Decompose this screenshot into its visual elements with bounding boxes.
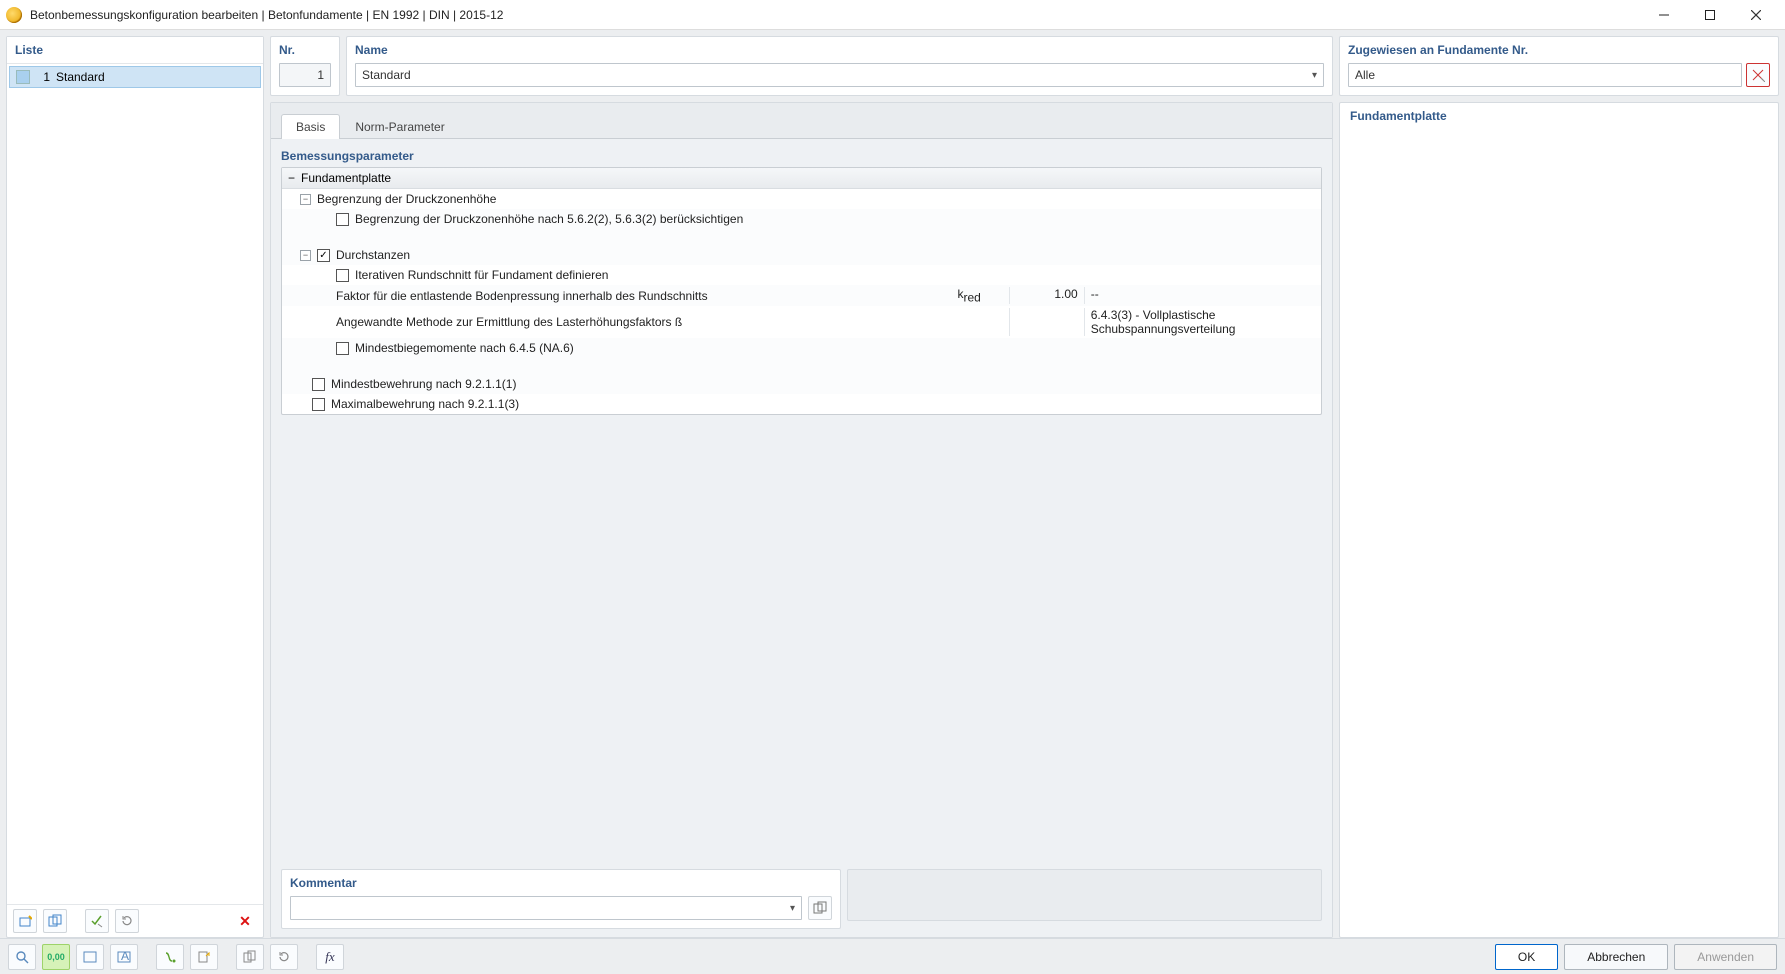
nr-input[interactable]: [279, 63, 331, 87]
param-faktor-bodenpressung[interactable]: Faktor für die entlastende Bodenpressung…: [282, 285, 1321, 306]
checkbox[interactable]: [312, 398, 325, 411]
titlebar: Betonbemessungskonfiguration bearbeiten …: [0, 0, 1785, 30]
list-item-number: 1: [36, 70, 50, 84]
copy-settings-button[interactable]: [236, 944, 264, 970]
script-button[interactable]: [156, 944, 184, 970]
bottom-toolbar: 0,00 A fx OK Abbrechen Anwenden: [0, 938, 1785, 974]
collapse-icon[interactable]: −: [300, 250, 311, 261]
param-unit: --: [1084, 287, 1315, 304]
checkbox[interactable]: [312, 378, 325, 391]
list-item[interactable]: 1 Standard: [9, 66, 261, 88]
param-maximalbewehrung[interactable]: Maximalbewehrung nach 9.2.1.1(3): [282, 394, 1321, 414]
kommentar-select[interactable]: ▾: [290, 896, 802, 920]
tree-root-label: Fundamentplatte: [301, 171, 391, 185]
list-item-swatch: [16, 70, 30, 84]
parameter-panel: Basis Norm-Parameter Bemessungsparameter…: [270, 102, 1333, 938]
maximize-button[interactable]: [1687, 0, 1733, 30]
param-methode-beta[interactable]: Angewandte Methode zur Ermittlung des La…: [282, 306, 1321, 338]
assign-pick-button[interactable]: [1746, 63, 1770, 87]
list-panel-title: Liste: [7, 37, 263, 64]
kommentar-panel: Kommentar ▾: [281, 869, 841, 929]
cancel-button[interactable]: Abbrechen: [1564, 944, 1668, 970]
formula-button[interactable]: fx: [316, 944, 344, 970]
param-label: Angewandte Methode zur Ermittlung des La…: [336, 315, 929, 329]
param-druckzone-check[interactable]: Begrenzung der Druckzonenhöhe nach 5.6.2…: [282, 209, 1321, 229]
list-toolbar: ✕: [7, 904, 263, 937]
group-label: Durchstanzen: [336, 248, 929, 262]
name-field-wrap: Name Standard ▾: [346, 36, 1333, 96]
group-label: Begrenzung der Druckzonenhöhe: [317, 192, 929, 206]
window-title: Betonbemessungskonfiguration bearbeiten …: [28, 8, 1641, 22]
params-tree: − Fundamentplatte − Begrenzung der Druck…: [281, 167, 1322, 415]
group-durchstanzen[interactable]: − ✓ Durchstanzen: [282, 245, 1321, 265]
tree-root-row[interactable]: − Fundamentplatte: [282, 168, 1321, 189]
param-iterativ-rundschnitt[interactable]: Iterativen Rundschnitt für Fundament def…: [282, 265, 1321, 285]
units-button[interactable]: 0,00: [42, 944, 70, 970]
reset-item-button[interactable]: [115, 909, 139, 933]
preview-panel: Fundamentplatte: [1339, 102, 1779, 938]
list-panel: Liste 1 Standard ✕: [6, 36, 264, 938]
list-item-label: Standard: [56, 70, 105, 84]
chevron-down-icon: ▾: [786, 903, 795, 914]
param-label: Mindestbiegemomente nach 6.4.5 (NA.6): [355, 341, 929, 355]
tabs: Basis Norm-Parameter: [271, 103, 1332, 139]
search-help-button[interactable]: [8, 944, 36, 970]
collapse-icon[interactable]: −: [300, 194, 311, 205]
param-value[interactable]: 6.4.3(3) - Vollplastische Schubspannungs…: [1084, 308, 1315, 336]
param-label: Faktor für die entlastende Bodenpressung…: [336, 289, 929, 303]
param-mindestbiegemomente[interactable]: Mindestbiegemomente nach 6.4.5 (NA.6): [282, 338, 1321, 358]
params-section-title: Bemessungsparameter: [281, 149, 1322, 163]
name-value: Standard: [362, 68, 411, 82]
minimize-button[interactable]: [1641, 0, 1687, 30]
tab-norm-parameter[interactable]: Norm-Parameter: [340, 114, 459, 139]
param-label: Maximalbewehrung nach 9.2.1.1(3): [331, 397, 929, 411]
app-icon: [6, 7, 22, 23]
param-label: Iterativen Rundschnitt für Fundament def…: [355, 268, 929, 282]
assign-panel: Zugewiesen an Fundamente Nr. Alle: [1339, 36, 1779, 96]
symbol-button[interactable]: A: [110, 944, 138, 970]
close-button[interactable]: [1733, 0, 1779, 30]
nr-field-wrap: Nr.: [270, 36, 340, 96]
checkbox[interactable]: [336, 342, 349, 355]
preview-panel-title: Fundamentplatte: [1350, 109, 1768, 123]
name-select[interactable]: Standard ▾: [355, 63, 1324, 87]
name-label: Name: [355, 41, 1324, 59]
assign-label: Zugewiesen an Fundamente Nr.: [1348, 41, 1770, 59]
checkbox[interactable]: [336, 269, 349, 282]
svg-text:A: A: [121, 950, 129, 963]
param-label: Begrenzung der Druckzonenhöhe nach 5.6.2…: [355, 212, 929, 226]
tab-basis[interactable]: Basis: [281, 114, 340, 139]
new-item-button[interactable]: [13, 909, 37, 933]
assign-input[interactable]: Alle: [1348, 63, 1742, 87]
view-mode-button[interactable]: [76, 944, 104, 970]
assign-value: Alle: [1355, 68, 1375, 82]
param-value[interactable]: 1.00: [1009, 287, 1083, 304]
param-label: Mindestbewehrung nach 9.2.1.1(1): [331, 377, 929, 391]
check-toggle-button[interactable]: [85, 909, 109, 933]
nr-label: Nr.: [279, 41, 331, 59]
kommentar-pick-button[interactable]: [808, 896, 832, 920]
checkbox[interactable]: [336, 213, 349, 226]
chevron-down-icon: ▾: [1308, 70, 1317, 81]
info-placeholder: [847, 869, 1322, 921]
reset-defaults-button[interactable]: [270, 944, 298, 970]
param-mindestbewehrung[interactable]: Mindestbewehrung nach 9.2.1.1(1): [282, 374, 1321, 394]
collapse-icon[interactable]: −: [288, 171, 295, 185]
duplicate-item-button[interactable]: [43, 909, 67, 933]
kommentar-label: Kommentar: [290, 874, 832, 892]
group-druckzone[interactable]: − Begrenzung der Druckzonenhöhe: [282, 189, 1321, 209]
delete-item-button[interactable]: ✕: [233, 909, 257, 933]
ok-button[interactable]: OK: [1495, 944, 1558, 970]
export-button[interactable]: [190, 944, 218, 970]
param-symbol: kred: [935, 287, 1009, 304]
checkbox-checked[interactable]: ✓: [317, 249, 330, 262]
apply-button[interactable]: Anwenden: [1674, 944, 1777, 970]
